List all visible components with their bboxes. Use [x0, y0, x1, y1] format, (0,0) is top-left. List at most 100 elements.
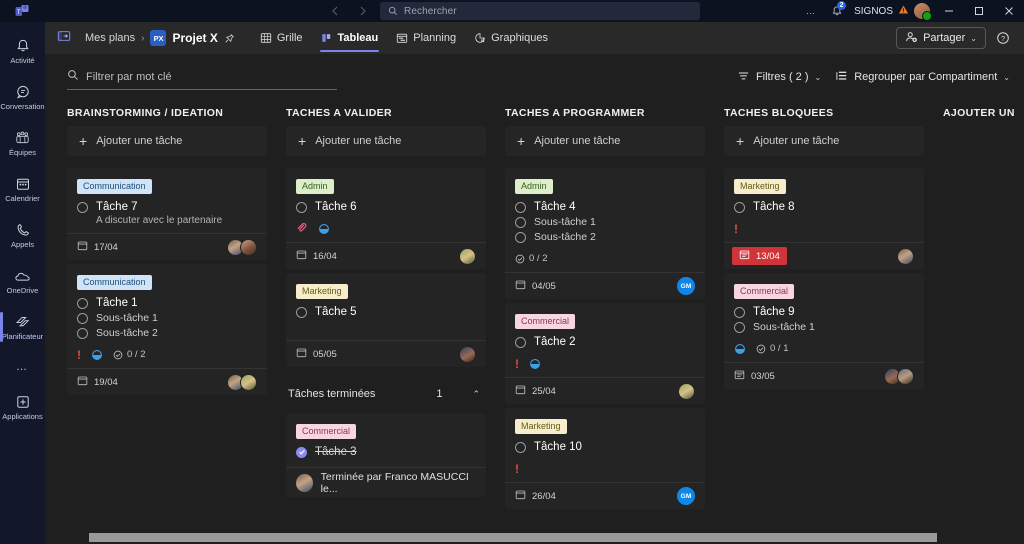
group-by-button[interactable]: Regrouper par Compartiment ⌄: [835, 70, 1010, 85]
avatar[interactable]: [459, 346, 476, 363]
task-complete-toggle[interactable]: [734, 307, 745, 318]
task-card[interactable]: Marketing Tâche 5: [286, 273, 486, 367]
task-complete-toggle[interactable]: [734, 202, 745, 213]
avatar[interactable]: [296, 474, 313, 492]
subtask-complete-toggle[interactable]: [77, 328, 88, 339]
task-due-date[interactable]: 19/04: [77, 375, 118, 389]
share-button[interactable]: Partager ⌄: [896, 27, 986, 49]
task-complete-toggle[interactable]: [515, 442, 526, 453]
completed-task-card[interactable]: Commercial Tâche 3 Terminé: [286, 413, 486, 497]
back-button[interactable]: [324, 2, 346, 20]
avatar[interactable]: [897, 248, 914, 265]
filters-button[interactable]: Filtres ( 2 ) ⌄: [737, 70, 821, 85]
task-card[interactable]: Marketing Tâche 8 !: [724, 168, 924, 269]
maximize-button[interactable]: [964, 0, 994, 22]
subtask-complete-toggle[interactable]: [515, 232, 526, 243]
task-complete-toggle[interactable]: [77, 202, 88, 213]
task-card[interactable]: Commercial Tâche 9 Sous-tâche 1: [724, 273, 924, 389]
task-due-date[interactable]: 04/05: [515, 279, 556, 293]
task-card[interactable]: Communication Tâche 1 Sous-tâche 1: [67, 264, 267, 395]
horizontal-scrollbar-track[interactable]: [45, 530, 1024, 544]
avatar[interactable]: [240, 239, 257, 256]
avatar[interactable]: [240, 374, 257, 391]
overflow-menu-button[interactable]: …: [798, 0, 824, 22]
task-due-date[interactable]: 16/04: [296, 249, 337, 263]
sidebar-item-equipes[interactable]: Équipes: [0, 120, 45, 166]
sidebar-item-calendrier[interactable]: Calendrier: [0, 166, 45, 212]
task-card[interactable]: Communication Tâche 7 A discuter avec le…: [67, 168, 267, 260]
task-due-date[interactable]: 25/04: [515, 384, 556, 398]
close-button[interactable]: [994, 0, 1024, 22]
label-chip[interactable]: Commercial: [296, 424, 356, 439]
label-chip[interactable]: Commercial: [734, 284, 794, 299]
pin-icon[interactable]: [224, 33, 235, 44]
task-due-date[interactable]: 26/04: [515, 489, 556, 503]
sidebar-item-conversation[interactable]: Conversation: [0, 74, 45, 120]
avatar[interactable]: [897, 368, 914, 385]
label-chip[interactable]: Marketing: [296, 284, 348, 299]
help-button[interactable]: ?: [992, 27, 1014, 49]
task-complete-toggle[interactable]: [296, 202, 307, 213]
label-chip[interactable]: Communication: [77, 275, 152, 290]
add-task-button[interactable]: + Ajouter une tâche: [286, 126, 486, 156]
sidebar-item-appels[interactable]: Appels: [0, 212, 45, 258]
task-card[interactable]: Admin Tâche 6: [286, 168, 486, 269]
account-switcher[interactable]: SIGNOS: [850, 3, 934, 19]
task-complete-toggle[interactable]: [515, 337, 526, 348]
add-task-button[interactable]: + Ajouter une tâche: [505, 126, 705, 156]
add-task-button[interactable]: + Ajouter une tâche: [67, 126, 267, 156]
subtask-row[interactable]: Sous-tâche 1: [77, 312, 257, 324]
sidebar-item-planificateur[interactable]: Planificateur: [0, 304, 45, 350]
tab-graphiques[interactable]: Graphiques: [465, 22, 557, 54]
subtask-row[interactable]: Sous-tâche 2: [77, 327, 257, 339]
tab-tableau[interactable]: Tableau: [312, 22, 388, 54]
sidebar-item-onedrive[interactable]: OneDrive: [0, 258, 45, 304]
avatar[interactable]: GM: [677, 487, 695, 505]
label-chip[interactable]: Marketing: [734, 179, 786, 194]
page-title[interactable]: Projet X: [172, 31, 217, 45]
assignee-avatars: [227, 374, 257, 391]
label-chip[interactable]: Admin: [296, 179, 334, 194]
add-task-button[interactable]: + Ajouter une tâche: [724, 126, 924, 156]
task-complete-toggle[interactable]: [296, 307, 307, 318]
task-title-row: Tâche 9: [734, 306, 914, 318]
task-card[interactable]: Admin Tâche 4 Sous-tâche 1: [505, 168, 705, 299]
avatar[interactable]: [459, 248, 476, 265]
task-complete-toggle[interactable]: [515, 202, 526, 213]
label-chip[interactable]: Admin: [515, 179, 553, 194]
subtask-complete-toggle[interactable]: [734, 322, 745, 333]
task-card[interactable]: Commercial Tâche 2 !: [505, 303, 705, 404]
task-card[interactable]: Marketing Tâche 10 !: [505, 408, 705, 509]
task-due-date[interactable]: 03/05: [734, 369, 775, 383]
sidebar-more-button[interactable]: …: [0, 350, 45, 384]
avatar[interactable]: GM: [677, 277, 695, 295]
tab-planning[interactable]: Planning: [387, 22, 465, 54]
subtask-row[interactable]: Sous-tâche 2: [515, 231, 695, 243]
sidebar-item-applications[interactable]: Applications: [0, 384, 45, 430]
label-chip[interactable]: Commercial: [515, 314, 575, 329]
horizontal-scrollbar-thumb[interactable]: [89, 533, 937, 542]
avatar[interactable]: [678, 383, 695, 400]
label-chip[interactable]: Marketing: [515, 419, 567, 434]
subtask-complete-toggle[interactable]: [77, 313, 88, 324]
breadcrumb-root[interactable]: Mes plans: [85, 32, 135, 44]
task-complete-toggle[interactable]: [77, 298, 88, 309]
task-due-date[interactable]: 17/04: [77, 240, 118, 254]
completed-tasks-header[interactable]: Tâches terminées 1 ⌃: [286, 379, 486, 409]
sidebar-item-activite[interactable]: Activité: [0, 28, 45, 74]
notifications-button[interactable]: 2: [824, 0, 850, 22]
filter-keyword-input[interactable]: Filtrer par mot clé: [67, 64, 337, 90]
subtask-row[interactable]: Sous-tâche 1: [515, 216, 695, 228]
minimize-button[interactable]: [934, 0, 964, 22]
task-due-date[interactable]: 05/05: [296, 347, 337, 361]
panel-expand-button[interactable]: [53, 27, 75, 49]
column-title-partial[interactable]: Ajouter un: [943, 100, 1024, 126]
subtask-complete-toggle[interactable]: [515, 217, 526, 228]
task-complete-toggle[interactable]: [296, 447, 307, 458]
forward-button[interactable]: [352, 2, 374, 20]
tab-grille[interactable]: Grille: [251, 22, 312, 54]
task-due-date-overdue[interactable]: 13/04: [732, 247, 787, 265]
global-search-input[interactable]: Rechercher: [380, 2, 700, 20]
subtask-row[interactable]: Sous-tâche 1: [734, 321, 914, 333]
label-chip[interactable]: Communication: [77, 179, 152, 194]
